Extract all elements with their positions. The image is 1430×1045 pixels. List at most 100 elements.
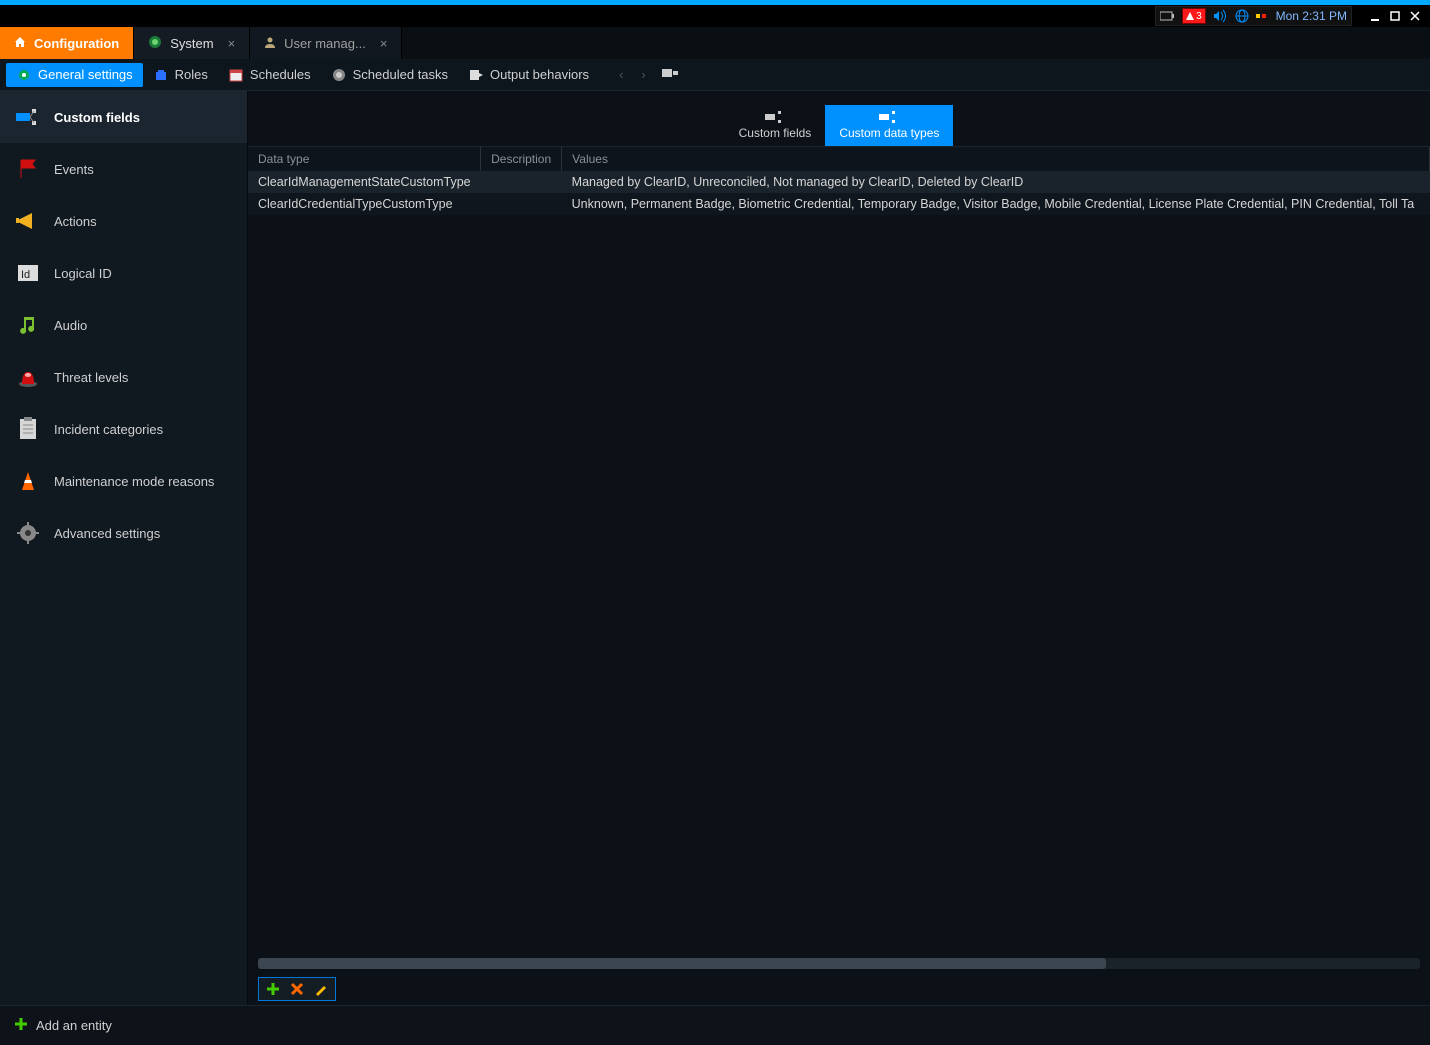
sidebar-item-label: Threat levels [54, 370, 128, 385]
subtab-custom-fields[interactable]: Custom fields [725, 105, 826, 146]
sidebar-item-label: Maintenance mode reasons [54, 474, 214, 489]
sidebar-item-label: Incident categories [54, 422, 163, 437]
status-dots-icon [1256, 14, 1266, 18]
sidebar-item-actions[interactable]: Actions [0, 195, 247, 247]
system-icon [148, 35, 162, 52]
edit-button[interactable] [313, 981, 329, 997]
sidebar-item-logical-id[interactable]: Id Logical ID [0, 247, 247, 299]
toolbar-schedules[interactable]: Schedules [218, 63, 321, 87]
cell-data-type: ClearIdCredentialTypeCustomType [248, 193, 481, 215]
toolbar-extra-icon[interactable] [662, 67, 678, 82]
tab-configuration-label: Configuration [34, 36, 119, 51]
table-row[interactable]: ClearIdCredentialTypeCustomType Unknown,… [248, 193, 1430, 215]
col-header-data-type[interactable]: Data type [248, 147, 481, 171]
custom-fields-icon [16, 105, 40, 129]
id-icon: Id [16, 261, 40, 285]
toolbar-nav-arrows: ‹ › [613, 63, 652, 86]
subtab-custom-fields-label: Custom fields [739, 126, 812, 140]
table-header-row: Data type Description Values [248, 147, 1430, 171]
traffic-cone-icon [16, 469, 40, 493]
custom-fields-small-icon [765, 111, 785, 123]
maximize-button[interactable] [1386, 7, 1404, 25]
table-row[interactable]: ClearIdManagementStateCustomType Managed… [248, 171, 1430, 193]
sidebar: Custom fields Events Actions Id Logical … [0, 91, 248, 1005]
minimize-button[interactable] [1366, 7, 1384, 25]
battery-icon[interactable] [1160, 8, 1176, 24]
sidebar-item-audio[interactable]: Audio [0, 299, 247, 351]
calendar-icon [228, 67, 244, 83]
tab-user-management-label: User manag... [284, 36, 366, 51]
sidebar-item-maintenance-mode-reasons[interactable]: Maintenance mode reasons [0, 455, 247, 507]
cell-description [481, 193, 562, 215]
user-icon [264, 36, 276, 51]
close-button[interactable] [1406, 7, 1424, 25]
tab-system-close-icon[interactable]: × [228, 36, 236, 51]
roles-icon [153, 67, 169, 83]
globe-icon[interactable] [1234, 8, 1250, 24]
megaphone-icon [16, 209, 40, 233]
add-entity-button[interactable]: Add an entity [14, 1017, 112, 1034]
notification-badge[interactable]: 3 [1182, 8, 1206, 24]
volume-icon[interactable] [1212, 8, 1228, 24]
sidebar-item-label: Audio [54, 318, 87, 333]
toolbar-general-settings[interactable]: General settings [6, 63, 143, 87]
col-header-values[interactable]: Values [562, 147, 1430, 171]
toolbar-output-behaviors[interactable]: Output behaviors [458, 63, 599, 87]
cell-values: Unknown, Permanent Badge, Biometric Cred… [562, 193, 1430, 215]
sidebar-item-custom-fields[interactable]: Custom fields [0, 91, 247, 143]
sidebar-item-label: Advanced settings [54, 526, 160, 541]
gear-icon [16, 67, 32, 83]
scheduled-tasks-icon [331, 67, 347, 83]
sidebar-item-label: Logical ID [54, 266, 112, 281]
toolbar: General settings Roles Schedules Schedul… [0, 59, 1430, 91]
nav-back-button[interactable]: ‹ [613, 63, 629, 86]
toolbar-schedules-label: Schedules [250, 67, 311, 82]
main-body: Custom fields Events Actions Id Logical … [0, 91, 1430, 1005]
toolbar-roles[interactable]: Roles [143, 63, 218, 87]
clipboard-icon [16, 417, 40, 441]
sidebar-item-label: Custom fields [54, 110, 140, 125]
subtab-custom-data-types[interactable]: Custom data types [825, 105, 953, 146]
tab-system[interactable]: System × [134, 27, 250, 59]
notification-count: 3 [1196, 11, 1202, 22]
svg-text:Id: Id [21, 269, 30, 281]
output-icon [468, 67, 484, 83]
tab-user-close-icon[interactable]: × [380, 36, 388, 51]
subtab-bar: Custom fields Custom data types [248, 91, 1430, 147]
add-entity-label: Add an entity [36, 1018, 112, 1033]
subtab-custom-data-types-label: Custom data types [839, 126, 939, 140]
toolbar-output-behaviors-label: Output behaviors [490, 67, 589, 82]
sidebar-item-incident-categories[interactable]: Incident categories [0, 403, 247, 455]
toolbar-scheduled-tasks[interactable]: Scheduled tasks [321, 63, 458, 87]
sidebar-item-advanced-settings[interactable]: Advanced settings [0, 507, 247, 559]
main-tab-bar: Configuration System × User manag... × [0, 27, 1430, 59]
flag-icon [16, 157, 40, 181]
toolbar-roles-label: Roles [175, 67, 208, 82]
footer-bar: Add an entity [0, 1005, 1430, 1045]
col-header-description[interactable]: Description [481, 147, 562, 171]
content-area: Custom fields Custom data types Data typ… [248, 91, 1430, 1005]
cell-description [481, 171, 562, 193]
custom-data-types-small-icon [879, 111, 899, 123]
delete-button[interactable] [289, 981, 305, 997]
nav-forward-button[interactable]: › [635, 63, 651, 86]
horizontal-scrollbar[interactable] [258, 958, 1420, 969]
scrollbar-thumb[interactable] [258, 958, 1106, 969]
sidebar-item-events[interactable]: Events [0, 143, 247, 195]
add-button[interactable] [265, 981, 281, 997]
tab-configuration[interactable]: Configuration [0, 27, 134, 59]
sidebar-item-label: Actions [54, 214, 97, 229]
home-icon [14, 36, 26, 51]
siren-icon [16, 365, 40, 389]
tab-user-management[interactable]: User manag... × [250, 27, 402, 59]
sidebar-item-label: Events [54, 162, 94, 177]
toolbar-general-settings-label: General settings [38, 67, 133, 82]
music-note-icon [16, 313, 40, 337]
custom-data-types-table: Data type Description Values ClearIdMana… [248, 147, 1430, 215]
sidebar-item-threat-levels[interactable]: Threat levels [0, 351, 247, 403]
plus-icon [14, 1017, 28, 1034]
window-controls [1366, 7, 1424, 25]
clock-label[interactable]: Mon 2:31 PM [1276, 9, 1347, 23]
row-action-bar [258, 977, 336, 1001]
cell-data-type: ClearIdManagementStateCustomType [248, 171, 481, 193]
